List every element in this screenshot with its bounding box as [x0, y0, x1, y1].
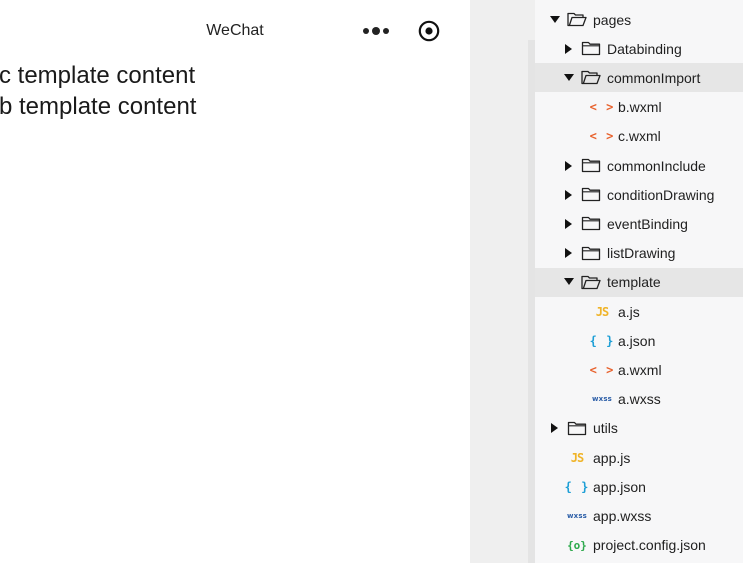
- tree-file-app-json[interactable]: { } app.json: [535, 472, 743, 501]
- wxss-file-icon: wxss: [566, 511, 588, 520]
- caret-right-icon[interactable]: [563, 43, 575, 55]
- caret-right-icon[interactable]: [563, 160, 575, 172]
- tree-folder-commoninclude[interactable]: commonInclude: [535, 151, 743, 180]
- caret-right-icon[interactable]: [563, 189, 575, 201]
- folder-open-icon: [581, 274, 601, 290]
- folder-icon: [581, 158, 601, 174]
- page-content: c template content b template content: [0, 60, 196, 122]
- tree-file-a-wxss[interactable]: wxss a.wxss: [535, 385, 743, 414]
- config-file-icon: {o}: [567, 538, 587, 552]
- tree-file-c-wxml[interactable]: < > c.wxml: [535, 122, 743, 151]
- tree-file-b-wxml[interactable]: < > b.wxml: [535, 93, 743, 122]
- tree-item-label: conditionDrawing: [607, 186, 715, 203]
- tree-folder-utils[interactable]: utils: [535, 414, 743, 443]
- content-line: c template content: [0, 62, 196, 89]
- tree-folder-commonimport[interactable]: commonImport: [535, 63, 743, 93]
- folder-open-icon: [567, 12, 587, 28]
- tree-item-label: eventBinding: [607, 215, 688, 232]
- tree-item-label: a.wxml: [618, 361, 662, 378]
- target-close-icon: [418, 20, 440, 42]
- file-tree: pages Databinding commonImport < > b.wxml < >…: [535, 0, 743, 563]
- json-file-icon: { }: [564, 479, 590, 494]
- simulator-pane: WeChat c template content b template con…: [0, 0, 470, 563]
- caret-right-icon[interactable]: [549, 422, 561, 434]
- close-capsule-button[interactable]: [418, 20, 440, 42]
- wxml-file-icon: < >: [589, 362, 615, 377]
- tree-scroll-gutter[interactable]: [528, 40, 535, 563]
- wxss-file-icon: wxss: [591, 395, 613, 404]
- folder-icon: [581, 187, 601, 203]
- tree-item-label: listDrawing: [607, 245, 676, 262]
- folder-icon: [581, 245, 601, 261]
- tree-item-label: project.config.json: [593, 537, 706, 554]
- caret-down-icon[interactable]: [563, 72, 575, 84]
- more-menu-button[interactable]: [360, 21, 392, 41]
- tree-folder-databinding[interactable]: Databinding: [535, 34, 743, 63]
- caret-right-icon[interactable]: [563, 218, 575, 230]
- folder-icon: [581, 41, 601, 57]
- page-title: WeChat: [206, 22, 264, 39]
- tree-item-label: utils: [593, 420, 618, 437]
- folder-icon: [567, 420, 587, 436]
- tree-folder-pages[interactable]: pages: [535, 5, 743, 34]
- pane-divider: [470, 0, 535, 563]
- content-line: b template content: [0, 93, 197, 120]
- tree-file-a-wxml[interactable]: < > a.wxml: [535, 355, 743, 384]
- js-file-icon: JS: [570, 450, 584, 465]
- folder-icon: [581, 216, 601, 232]
- tree-item-label: commonInclude: [607, 157, 706, 174]
- tree-folder-template[interactable]: template: [535, 267, 743, 297]
- wxml-file-icon: < >: [589, 129, 615, 144]
- tree-item-label: a.json: [618, 332, 656, 349]
- caret-down-icon[interactable]: [563, 276, 575, 288]
- tree-file-app-js[interactable]: JS app.js: [535, 443, 743, 472]
- json-file-icon: { }: [589, 333, 615, 348]
- folder-open-icon: [581, 70, 601, 86]
- tree-file-a-js[interactable]: JS a.js: [535, 297, 743, 326]
- tree-file-project-config-json[interactable]: {o} project.config.json: [535, 531, 743, 560]
- tree-folder-eventbinding[interactable]: eventBinding: [535, 209, 743, 238]
- tree-folder-listdrawing[interactable]: listDrawing: [535, 239, 743, 268]
- more-dots-icon: [383, 28, 389, 34]
- tree-item-label: template: [607, 274, 661, 291]
- tree-folder-conditiondrawing[interactable]: conditionDrawing: [535, 180, 743, 209]
- tree-item-label: c.wxml: [618, 128, 661, 145]
- js-file-icon: JS: [595, 304, 609, 319]
- tree-item-label: app.wxss: [593, 507, 652, 524]
- tree-item-label: pages: [593, 11, 632, 28]
- tree-item-label: a.wxss: [618, 391, 661, 408]
- tree-item-label: app.js: [593, 449, 631, 466]
- tree-file-app-wxss[interactable]: wxss app.wxss: [535, 501, 743, 530]
- wxml-file-icon: < >: [589, 100, 615, 115]
- tree-item-label: Databinding: [607, 40, 682, 57]
- caret-right-icon[interactable]: [563, 247, 575, 259]
- tree-item-label: a.js: [618, 303, 640, 320]
- more-dots-icon: [363, 28, 369, 34]
- more-dots-icon: [372, 27, 380, 35]
- tree-file-a-json[interactable]: { } a.json: [535, 326, 743, 355]
- tree-item-label: commonImport: [607, 69, 701, 86]
- caret-down-icon[interactable]: [549, 14, 561, 26]
- tree-item-label: app.json: [593, 478, 646, 495]
- tree-item-label: b.wxml: [618, 99, 662, 116]
